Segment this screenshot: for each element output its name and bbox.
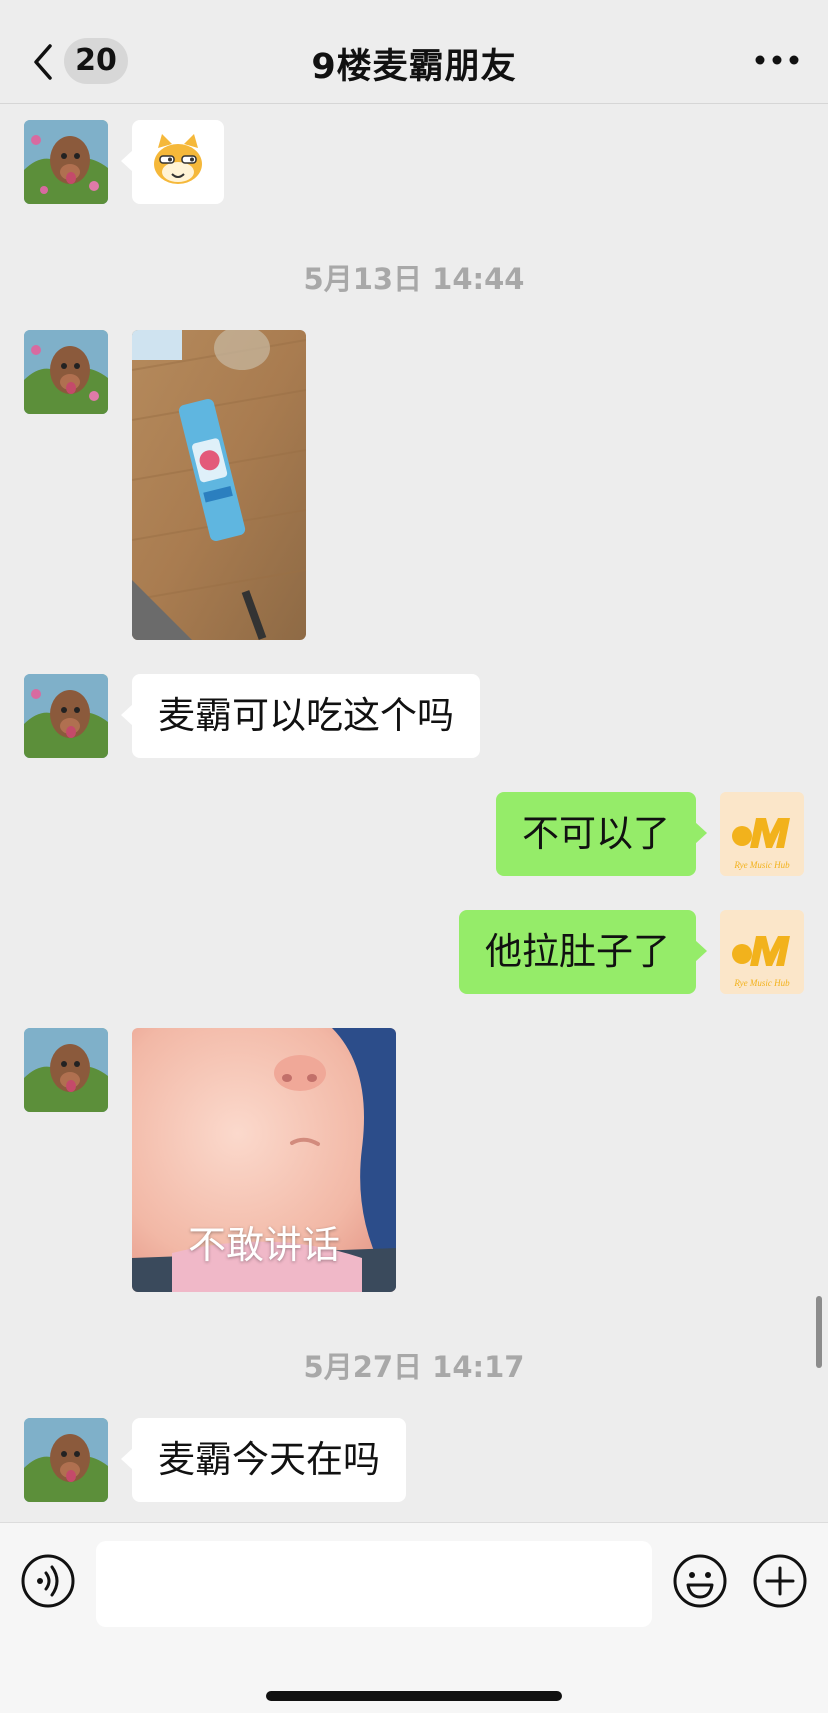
voice-button[interactable] bbox=[20, 1553, 76, 1609]
contact-avatar[interactable] bbox=[24, 1028, 108, 1112]
doge-cat-icon bbox=[154, 134, 202, 184]
chat-title: 9楼麦霸朋友 bbox=[311, 47, 517, 87]
more-functions-button[interactable] bbox=[752, 1553, 808, 1609]
more-options-button[interactable] bbox=[754, 46, 800, 74]
text-message[interactable]: 麦霸可以吃这个吗 bbox=[121, 674, 480, 758]
input-bar bbox=[0, 1522, 828, 1713]
plus-icon bbox=[753, 1554, 807, 1608]
dog-avatar-icon bbox=[24, 1028, 108, 1112]
dog-avatar-icon bbox=[24, 330, 108, 414]
meme-caption: 不敢讲话 bbox=[187, 1223, 340, 1267]
sticker-message[interactable] bbox=[121, 120, 224, 204]
contact-avatar[interactable] bbox=[24, 330, 108, 414]
meme-image-message[interactable]: 不敢讲话 bbox=[132, 1028, 396, 1292]
emoji-button[interactable] bbox=[672, 1553, 728, 1609]
text-message-self[interactable]: 他拉肚子了 bbox=[459, 910, 707, 994]
smiley-icon bbox=[673, 1554, 727, 1608]
text-message-self[interactable]: 不可以了 bbox=[496, 792, 707, 876]
self-avatar[interactable]: Rye Music Hub bbox=[720, 910, 804, 994]
chat-header: 20 9楼麦霸朋友 bbox=[0, 0, 828, 104]
snack-photo bbox=[132, 330, 306, 640]
more-dots-icon bbox=[755, 55, 799, 65]
home-indicator[interactable] bbox=[266, 1691, 562, 1701]
text-message[interactable]: 麦霸今天在吗 bbox=[121, 1418, 406, 1502]
contact-avatar[interactable] bbox=[24, 674, 108, 758]
logo-text: Rye Music Hub bbox=[733, 860, 790, 870]
timestamp: 5月27日 14:17 bbox=[303, 1350, 525, 1384]
dog-avatar-icon bbox=[24, 674, 108, 758]
music-logo-avatar-icon: Rye Music Hub bbox=[720, 910, 804, 994]
snack-photo-message[interactable] bbox=[132, 330, 306, 640]
dog-avatar-icon bbox=[24, 1418, 108, 1502]
chat-scrollbar[interactable] bbox=[816, 1296, 822, 1368]
dog-avatar-icon bbox=[24, 120, 108, 204]
contact-avatar[interactable] bbox=[24, 120, 108, 204]
self-avatar[interactable]: Rye Music Hub bbox=[720, 792, 804, 876]
message-input[interactable] bbox=[96, 1541, 652, 1627]
contact-avatar[interactable] bbox=[24, 1418, 108, 1502]
music-logo-avatar-icon: Rye Music Hub bbox=[720, 792, 804, 876]
voice-icon bbox=[21, 1554, 75, 1608]
timestamp: 5月13日 14:44 bbox=[303, 262, 525, 296]
logo-text: Rye Music Hub bbox=[733, 978, 790, 988]
